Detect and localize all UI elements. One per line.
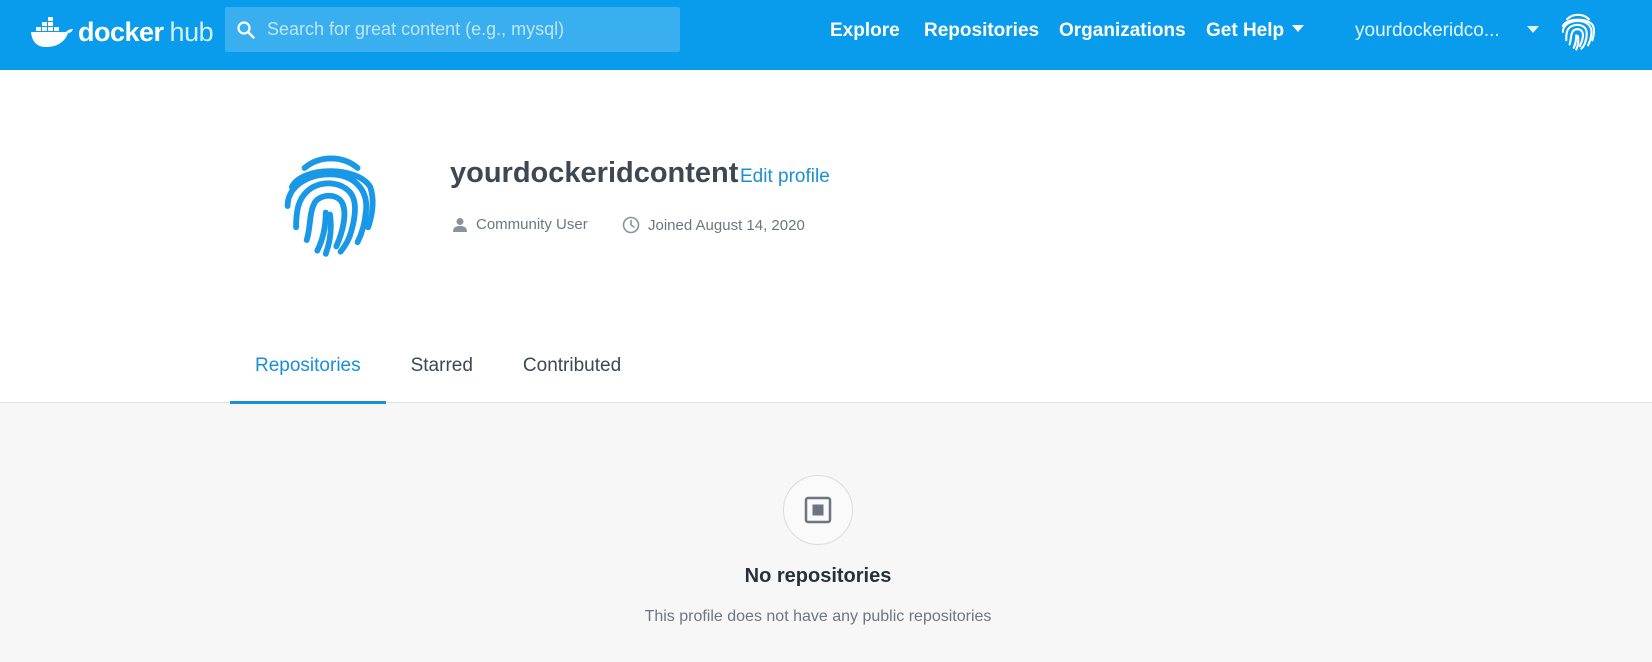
chevron-down-icon (1292, 25, 1305, 33)
profile-role-text: Community User (476, 216, 588, 233)
profile-avatar-fingerprint-icon (284, 155, 376, 257)
profile-header: yourdockeridcontent Edit profile Communi… (0, 70, 1652, 404)
repository-icon (783, 475, 853, 545)
profile-tabs: Repositories Starred Contributed (230, 340, 646, 404)
docker-whale-icon (31, 17, 73, 47)
empty-state-subtitle: This profile does not have any public re… (644, 608, 992, 625)
tab-repositories[interactable]: Repositories (230, 340, 386, 404)
logo-word-hub: hub (169, 16, 214, 47)
logo-word-docker: docker (78, 16, 164, 47)
nav-organizations[interactable]: Organizations (1059, 20, 1186, 42)
nav-get-help-label: Get Help (1206, 20, 1285, 41)
empty-state: No repositories This profile does not ha… (0, 403, 1652, 662)
profile-joined-text: Joined August 14, 2020 (648, 216, 805, 234)
profile-joined: Joined August 14, 2020 (622, 216, 805, 234)
clock-icon (622, 216, 640, 234)
user-icon (453, 217, 467, 232)
nav-repositories[interactable]: Repositories (924, 20, 1039, 42)
user-menu-name[interactable]: yourdockeridco... (1355, 20, 1505, 42)
top-navbar: dockerhub Explore Repositories Organizat… (0, 0, 1652, 70)
tab-contributed[interactable]: Contributed (498, 340, 646, 403)
profile-role: Community User (452, 216, 588, 233)
nav-get-help[interactable]: Get Help (1206, 20, 1305, 42)
empty-state-title: No repositories (744, 565, 892, 587)
edit-profile-link[interactable]: Edit profile (740, 166, 830, 188)
nav-explore[interactable]: Explore (830, 20, 900, 42)
search-icon (225, 20, 267, 39)
user-menu-chevron-down-icon[interactable] (1527, 26, 1539, 33)
tab-starred[interactable]: Starred (386, 340, 498, 403)
search-input[interactable] (267, 19, 667, 40)
search-bar[interactable] (225, 7, 680, 52)
docker-hub-logo[interactable]: docker hub (30, 12, 214, 52)
profile-username: yourdockeridcontent (450, 157, 739, 189)
user-avatar-fingerprint-icon[interactable] (1557, 10, 1599, 52)
